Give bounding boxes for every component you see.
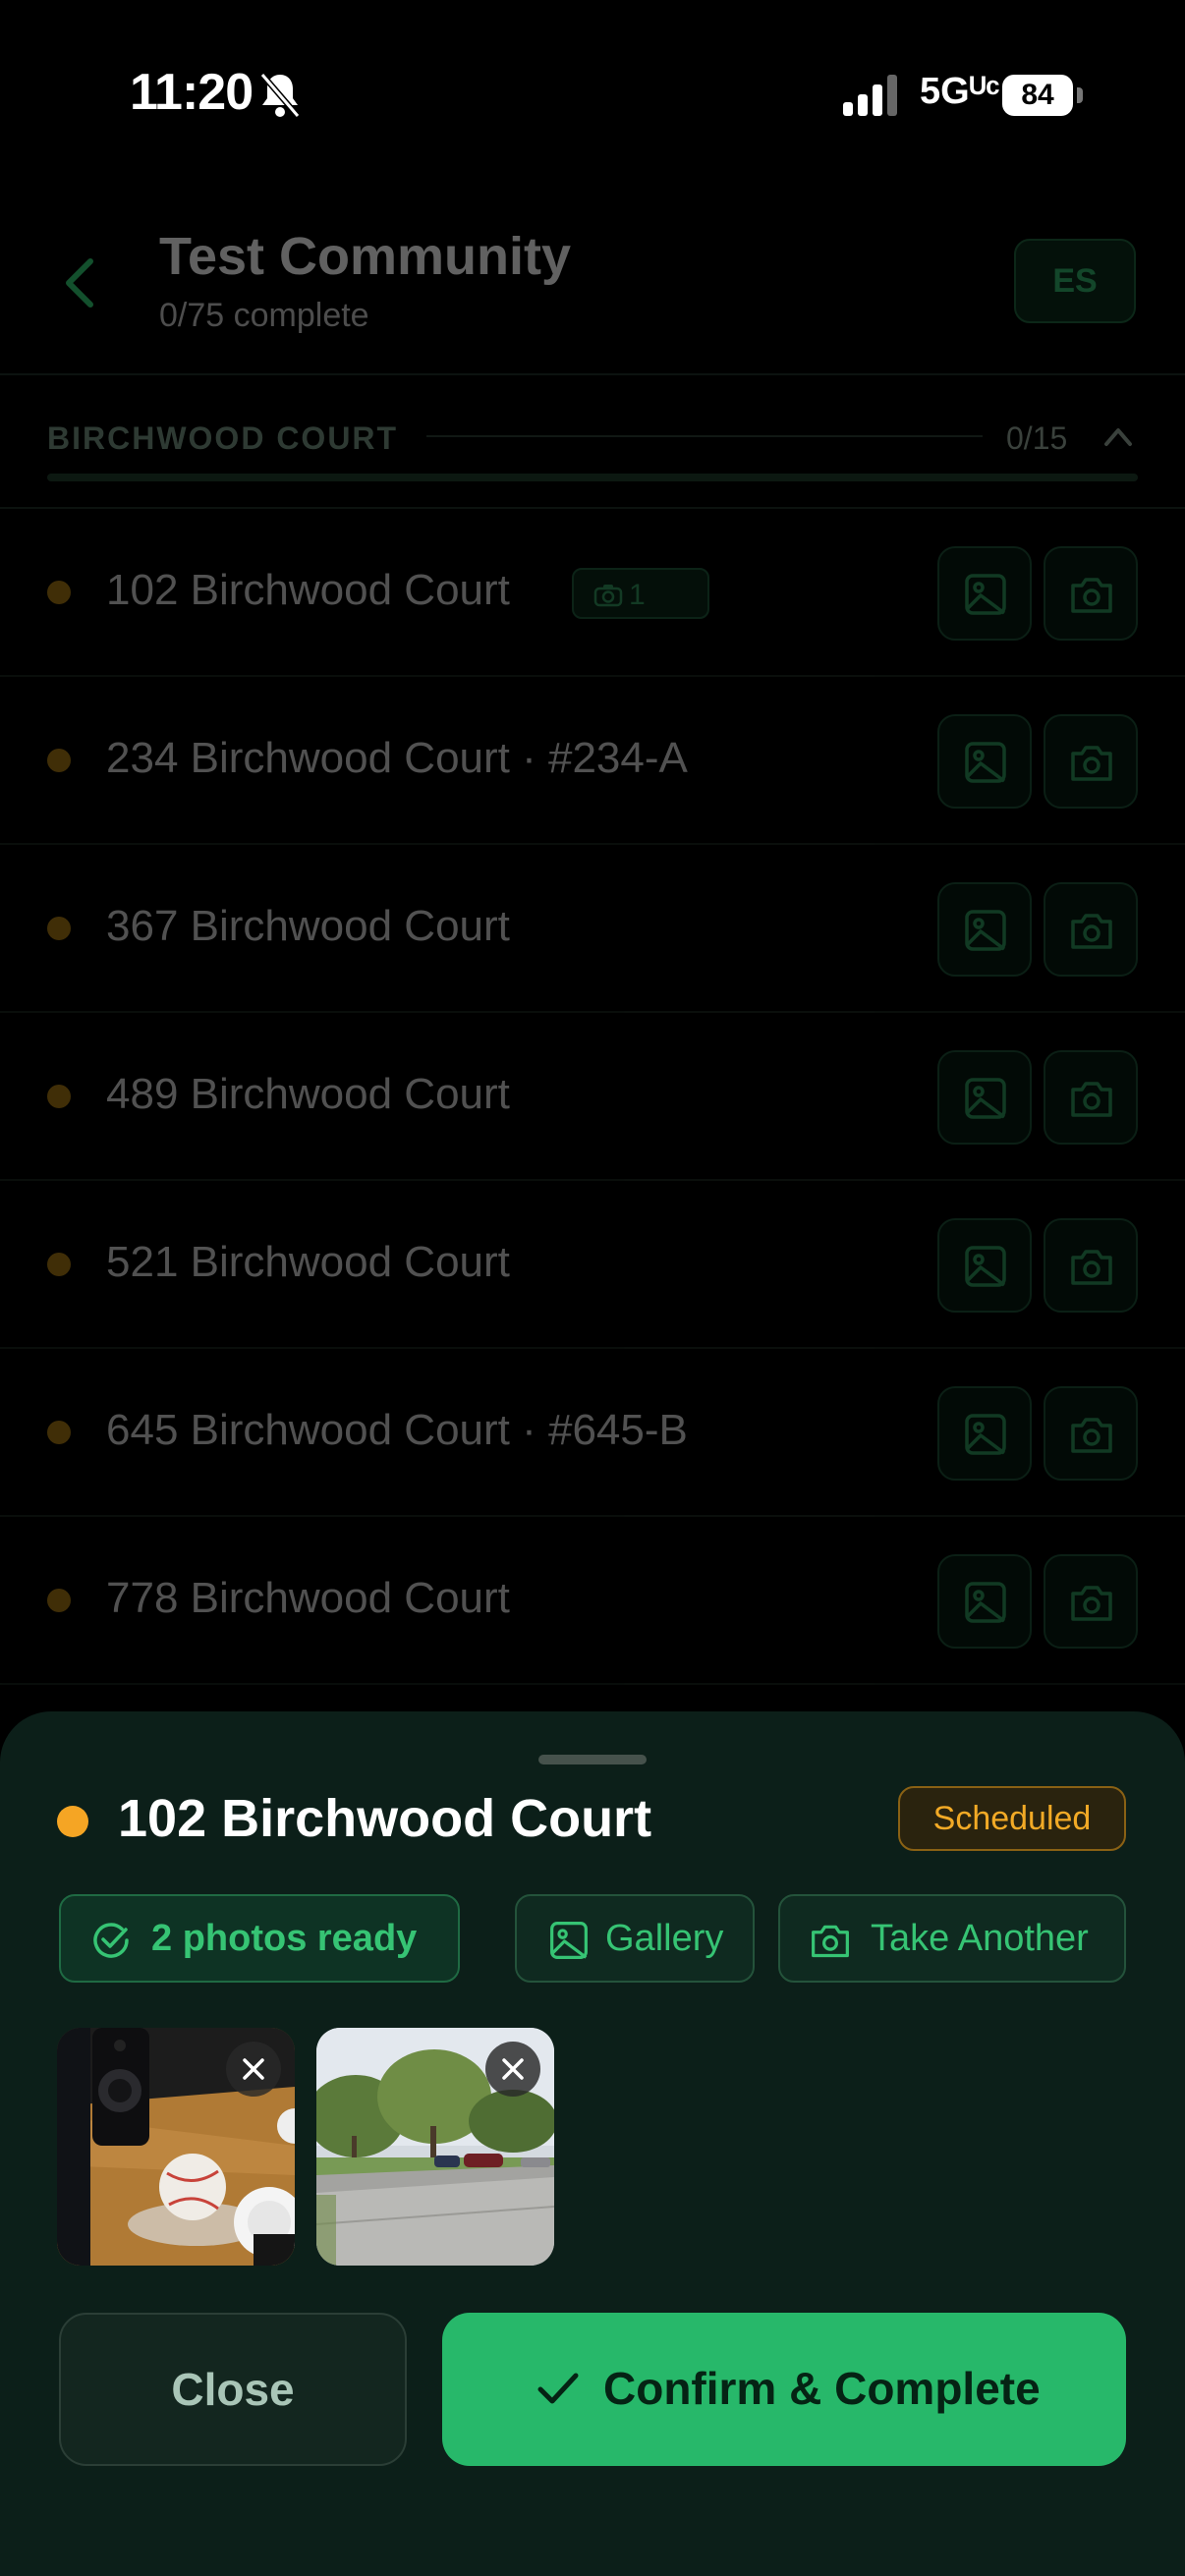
photos-ready-indicator: 2 photos ready <box>59 1894 460 1983</box>
image-icon <box>965 1414 1006 1455</box>
battery-indicator: 84 <box>1002 75 1085 116</box>
camera-button[interactable] <box>1044 546 1138 641</box>
gallery-label: Gallery <box>605 1918 724 1959</box>
image-icon <box>965 1246 1006 1287</box>
confirm-complete-button[interactable]: Confirm & Complete <box>442 2313 1126 2466</box>
image-icon <box>550 1922 588 1959</box>
list-item[interactable]: 367 Birchwood Court <box>0 845 1185 1013</box>
camera-icon <box>593 585 623 607</box>
camera-button[interactable] <box>1044 882 1138 977</box>
bell-muted-icon <box>259 73 301 118</box>
gallery-button[interactable] <box>937 1554 1032 1649</box>
network-type: 5Gᵁᶜ <box>920 71 1000 112</box>
photo-thumbnail[interactable] <box>57 2028 295 2266</box>
camera-icon <box>1071 1418 1112 1453</box>
camera-icon <box>1071 1082 1112 1117</box>
gallery-button[interactable] <box>937 1218 1032 1313</box>
list-item[interactable]: 234 Birchwood Court · #234-A <box>0 677 1185 845</box>
status-dot <box>47 749 71 772</box>
gallery-button[interactable]: Gallery <box>515 1894 755 1983</box>
photo-thumbnail[interactable] <box>316 2028 554 2266</box>
gallery-button[interactable] <box>937 882 1032 977</box>
photo-count: 1 <box>629 579 646 611</box>
camera-button[interactable] <box>1044 1218 1138 1313</box>
image-icon <box>965 574 1006 615</box>
gallery-button[interactable] <box>937 1050 1032 1145</box>
camera-icon <box>1071 746 1112 781</box>
remove-photo-button[interactable] <box>226 2042 281 2097</box>
camera-button[interactable] <box>1044 1050 1138 1145</box>
image-icon <box>965 1078 1006 1119</box>
address-label: 102 Birchwood Court <box>106 566 510 614</box>
address-list: 102 Birchwood Court 1 234 Birchwood Cour… <box>0 509 1185 1685</box>
address-label: 367 Birchwood Court <box>106 902 510 950</box>
status-time: 11:20 <box>130 64 254 121</box>
address-label: 489 Birchwood Court <box>106 1070 510 1118</box>
section-progress-bar <box>47 474 1138 481</box>
status-badge: Scheduled <box>898 1786 1126 1851</box>
address-label: 778 Birchwood Court <box>106 1574 510 1622</box>
remove-photo-button[interactable] <box>485 2042 540 2097</box>
bottom-sheet: 102 Birchwood Court Scheduled 2 photos r… <box>0 1711 1185 2576</box>
status-dot <box>47 917 71 940</box>
camera-button[interactable] <box>1044 714 1138 809</box>
list-item[interactable]: 489 Birchwood Court <box>0 1013 1185 1181</box>
camera-button[interactable] <box>1044 1386 1138 1481</box>
image-icon <box>965 742 1006 783</box>
photos-ready-label: 2 photos ready <box>151 1918 418 1959</box>
list-item[interactable]: 645 Birchwood Court · #645-B <box>0 1349 1185 1517</box>
status-bar: 11:20 5Gᵁᶜ 84 <box>0 0 1185 196</box>
sheet-grabber[interactable] <box>538 1755 647 1764</box>
address-label: 521 Birchwood Court <box>106 1238 510 1286</box>
gallery-button[interactable] <box>937 714 1032 809</box>
status-dot <box>47 1085 71 1108</box>
take-another-label: Take Another <box>871 1918 1089 1959</box>
list-item[interactable]: 521 Birchwood Court <box>0 1181 1185 1349</box>
status-dot <box>47 1421 71 1444</box>
language-toggle-button[interactable]: ES <box>1014 239 1136 323</box>
close-icon <box>243 2058 264 2080</box>
battery-level: 84 <box>1002 75 1073 116</box>
status-dot <box>57 1806 88 1837</box>
image-icon <box>965 1582 1006 1623</box>
camera-icon <box>1071 578 1112 613</box>
list-item[interactable]: 778 Birchwood Court <box>0 1517 1185 1685</box>
status-dot <box>47 581 71 604</box>
page-subtitle: 0/75 complete <box>159 297 369 334</box>
chevron-up-icon[interactable] <box>1102 424 1134 448</box>
section-header[interactable]: BIRCHWOOD COURT 0/15 <box>0 375 1185 507</box>
checkmark-icon <box>537 2373 579 2404</box>
page-header: Test Community 0/75 complete ES <box>0 196 1185 373</box>
camera-icon <box>1071 914 1112 949</box>
check-circle-icon <box>93 1923 129 1958</box>
close-icon <box>502 2058 524 2080</box>
confirm-label: Confirm & Complete <box>603 2363 1041 2414</box>
photo-count-badge: 1 <box>572 568 709 619</box>
gallery-button[interactable] <box>937 546 1032 641</box>
page-title: Test Community <box>159 227 572 286</box>
status-dot <box>47 1253 71 1276</box>
sheet-title: 102 Birchwood Court <box>118 1789 652 1848</box>
address-label: 234 Birchwood Court · #234-A <box>106 734 688 782</box>
close-button[interactable]: Close <box>59 2313 407 2466</box>
address-label: 645 Birchwood Court · #645-B <box>106 1406 688 1454</box>
camera-button[interactable] <box>1044 1554 1138 1649</box>
cellular-signal-icon <box>843 75 897 116</box>
take-another-button[interactable]: Take Another <box>778 1894 1126 1983</box>
back-chevron-icon[interactable] <box>61 255 100 310</box>
status-dot <box>47 1589 71 1612</box>
battery-cap <box>1077 87 1083 103</box>
camera-icon <box>812 1925 849 1958</box>
camera-icon <box>1071 1586 1112 1621</box>
list-item[interactable]: 102 Birchwood Court 1 <box>0 509 1185 677</box>
gallery-button[interactable] <box>937 1386 1032 1481</box>
section-divider <box>426 435 983 437</box>
section-title: BIRCHWOOD COURT <box>47 420 399 456</box>
image-icon <box>965 910 1006 951</box>
camera-icon <box>1071 1250 1112 1285</box>
section-count: 0/15 <box>1006 420 1068 456</box>
